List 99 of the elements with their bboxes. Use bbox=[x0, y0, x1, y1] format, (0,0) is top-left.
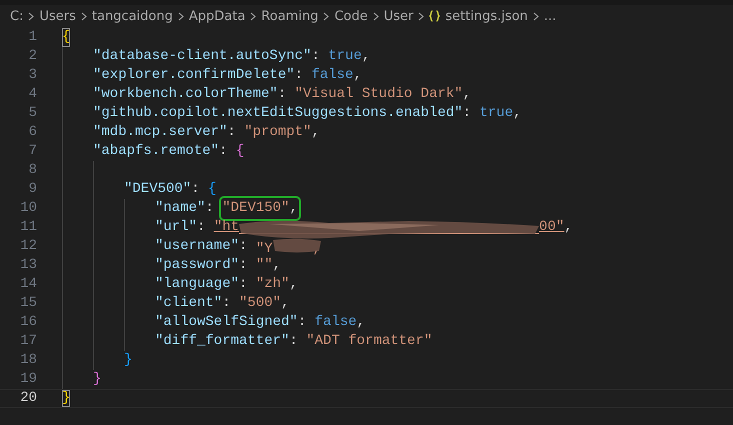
punctuation: , bbox=[462, 85, 472, 104]
line-number: 5 bbox=[28, 104, 37, 123]
json-key: "username" bbox=[155, 237, 240, 256]
bracket: { bbox=[62, 28, 70, 47]
line-number: 9 bbox=[28, 180, 37, 199]
breadcrumb-item[interactable]: Users bbox=[39, 8, 76, 24]
punctuation: , bbox=[353, 66, 362, 85]
json-key: "url" bbox=[155, 218, 198, 237]
line-number: 2 bbox=[28, 47, 37, 66]
line-number: 1 bbox=[28, 28, 37, 47]
username-value: "Y bbox=[256, 241, 273, 257]
string-value: "" bbox=[256, 256, 273, 275]
punctuation: , bbox=[289, 199, 298, 218]
punctuation: : bbox=[294, 66, 304, 85]
chevron-right-icon bbox=[323, 12, 330, 20]
boolean-value: true bbox=[328, 47, 362, 66]
url-value-end: 00" bbox=[539, 218, 564, 237]
line-number: 11 bbox=[19, 218, 37, 237]
breadcrumb-item[interactable]: settings.json bbox=[429, 8, 528, 24]
punctuation: : bbox=[278, 85, 288, 104]
punctuation: : bbox=[222, 294, 232, 313]
url-value: "ht bbox=[214, 218, 240, 237]
chevron-right-icon bbox=[28, 12, 34, 20]
line-number: 14 bbox=[19, 275, 37, 294]
boolean-value: true bbox=[479, 104, 514, 123]
chevron-right-icon bbox=[178, 12, 184, 20]
line-number: 10 bbox=[19, 199, 37, 218]
json-key: "workbench.colorTheme" bbox=[93, 85, 278, 104]
boolean-value: false bbox=[311, 66, 354, 85]
json-key: "diff_formatter" bbox=[155, 332, 290, 351]
string-value: "prompt" bbox=[244, 123, 312, 142]
punctuation: : bbox=[239, 237, 248, 256]
json-key: "client" bbox=[155, 294, 222, 313]
punctuation: : bbox=[197, 218, 206, 237]
json-key: "allowSelfSigned" bbox=[155, 313, 298, 332]
line-number: 16 bbox=[19, 313, 37, 332]
line-number: 6 bbox=[28, 123, 37, 142]
line-number: 17 bbox=[19, 332, 37, 351]
punctuation: : bbox=[205, 199, 215, 218]
json-key: "github.copilot.nextEditSuggestions.enabled" bbox=[93, 104, 463, 123]
json-key: "language" bbox=[155, 275, 240, 294]
chevron-right-icon bbox=[80, 12, 87, 20]
json-braces-icon bbox=[429, 10, 440, 22]
punctuation: , bbox=[281, 294, 290, 313]
line-number: 13 bbox=[19, 256, 37, 275]
chevron-right-icon bbox=[250, 12, 256, 20]
line-number: 20 bbox=[19, 390, 37, 407]
punctuation: : bbox=[239, 275, 248, 294]
punctuation: : bbox=[219, 142, 228, 161]
line-number: 8 bbox=[28, 161, 37, 180]
json-key: "name" bbox=[155, 199, 206, 218]
string-value: "500" bbox=[239, 294, 282, 313]
line-number: 4 bbox=[28, 85, 37, 104]
punctuation: : bbox=[227, 123, 237, 142]
punctuation: : bbox=[289, 332, 299, 351]
bracket: } bbox=[93, 370, 102, 389]
line-number: 18 bbox=[19, 351, 37, 370]
breadcrumb-item[interactable]: Roaming bbox=[261, 8, 318, 24]
punctuation: , bbox=[311, 123, 320, 142]
string-value: "Visual Studio Dark" bbox=[294, 85, 463, 104]
string-value: "zh" bbox=[256, 275, 290, 294]
punctuation: , bbox=[513, 104, 522, 123]
punctuation: , bbox=[289, 275, 298, 294]
bracket: } bbox=[124, 351, 132, 370]
json-key: "password" bbox=[155, 256, 240, 275]
boolean-value: false bbox=[314, 313, 357, 332]
breadcrumb-item[interactable]: C: bbox=[10, 8, 24, 24]
punctuation: , bbox=[564, 218, 573, 237]
json-key: "DEV500" bbox=[124, 180, 192, 199]
json-key: "database-client.autoSync" bbox=[93, 47, 312, 66]
punctuation: , bbox=[356, 313, 366, 332]
chevron-right-icon bbox=[418, 12, 424, 20]
punctuation: : bbox=[462, 104, 472, 123]
breadcrumb-item[interactable]: User bbox=[384, 8, 414, 24]
line-number: 15 bbox=[19, 294, 37, 313]
punctuation: , bbox=[272, 256, 282, 275]
breadcrumb-item[interactable]: Code bbox=[334, 8, 368, 24]
punctuation: : bbox=[239, 256, 248, 275]
punctuation: : bbox=[311, 47, 321, 66]
punctuation: : bbox=[191, 180, 201, 199]
line-number: 7 bbox=[28, 142, 37, 161]
breadcrumb-item[interactable]: tangcaidong bbox=[92, 8, 173, 24]
breadcrumb-more[interactable]: ... bbox=[544, 8, 556, 24]
breadcrumb-item[interactable]: AppData bbox=[188, 8, 246, 24]
json-key: "explorer.confirmDelete" bbox=[93, 66, 295, 85]
punctuation: , bbox=[362, 47, 370, 66]
json-key: "mdb.mcp.server" bbox=[93, 123, 228, 142]
bracket: } bbox=[62, 390, 70, 407]
username-value-end: , bbox=[312, 241, 322, 257]
punctuation: : bbox=[298, 313, 308, 332]
json-key: "abapfs.remote" bbox=[93, 142, 220, 161]
line-number: 19 bbox=[19, 370, 37, 389]
string-value: "ADT formatter" bbox=[306, 332, 432, 351]
bracket: { bbox=[236, 142, 244, 161]
line-number: 12 bbox=[19, 237, 37, 256]
line-number: 3 bbox=[28, 66, 37, 85]
chevron-right-icon bbox=[372, 12, 379, 20]
chevron-right-icon bbox=[532, 12, 539, 20]
bracket: { bbox=[208, 180, 216, 199]
